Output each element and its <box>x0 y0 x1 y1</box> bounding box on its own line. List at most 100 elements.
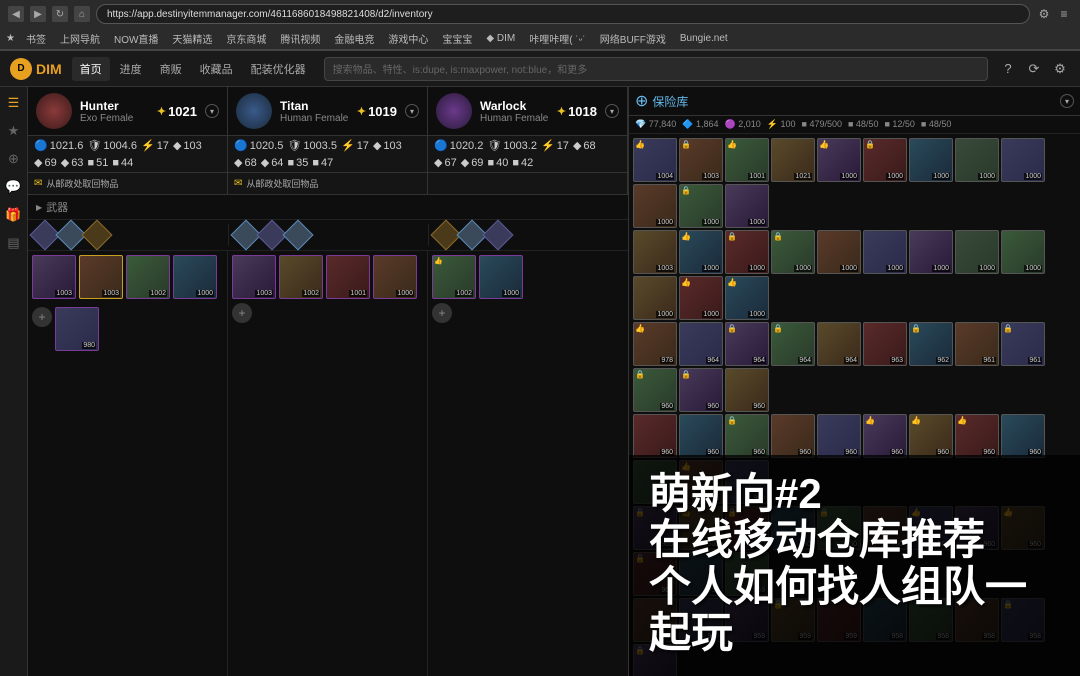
vault-weapon-item[interactable]: 👍960 <box>955 414 999 458</box>
vault-weapon-item[interactable]: 🔒959 <box>771 598 815 642</box>
hunter-weapon-3[interactable]: 1002 <box>126 255 170 299</box>
vault-weapon-item[interactable]: 1000 <box>955 230 999 274</box>
sidebar-inventory-icon[interactable]: ☰ <box>4 93 24 113</box>
vault-weapon-item[interactable]: 🔒1000 <box>725 230 769 274</box>
vault-weapon-item[interactable]: 1000 <box>633 276 677 320</box>
vault-weapon-item[interactable]: 🔒1000 <box>679 184 723 228</box>
vault-weapon-item[interactable]: 🔒960 <box>817 506 861 550</box>
titan-mail-btn[interactable]: ✉ 从邮政处取回物品 <box>228 173 428 194</box>
address-bar[interactable]: https://app.destinyitemmanager.com/46116… <box>96 4 1030 24</box>
vault-weapon-item[interactable]: 👍960 <box>909 506 953 550</box>
sidebar-gift-icon[interactable]: 🎁 <box>4 205 24 225</box>
vault-weapon-item[interactable]: 🔒961 <box>1001 322 1045 366</box>
vault-weapon-item[interactable]: 961 <box>955 322 999 366</box>
vault-weapon-item[interactable]: 960 <box>1001 414 1045 458</box>
vault-weapon-item[interactable]: 🔒960 <box>679 368 723 412</box>
vault-weapon-item[interactable]: 👍1000 <box>679 276 723 320</box>
bookmark-bungie[interactable]: Bungie.net <box>677 32 731 45</box>
bookmark-dim[interactable]: ◆ DIM <box>483 32 518 45</box>
vault-weapon-item[interactable]: 960 <box>955 506 999 550</box>
hunter-mail-btn[interactable]: ✉ 从邮政处取回物品 <box>28 173 228 194</box>
vault-weapon-item[interactable]: 964 <box>679 322 723 366</box>
sidebar-chat-icon[interactable]: 💬 <box>4 177 24 197</box>
vault-weapon-item[interactable]: 👍960 <box>679 506 723 550</box>
vault-weapon-item[interactable]: 🔒964 <box>725 322 769 366</box>
vault-weapon-item[interactable]: 🔒960 <box>725 414 769 458</box>
vault-weapon-item[interactable]: 959 <box>679 598 723 642</box>
vault-weapon-item[interactable]: 🔒960 <box>725 506 769 550</box>
sidebar-search-icon[interactable]: ⊕ <box>4 149 24 169</box>
vault-weapon-item[interactable]: 1000 <box>725 184 769 228</box>
vault-weapon-item[interactable]: 1000 <box>909 230 953 274</box>
vault-weapon-item[interactable]: 959 <box>633 598 677 642</box>
nav-vendors[interactable]: 商贩 <box>152 57 190 81</box>
bookmark-5[interactable]: 京东商城 <box>223 30 269 47</box>
bookmark-6[interactable]: 腾讯视频 <box>277 30 323 47</box>
hunter-header[interactable]: Hunter Exo Female ✦ 1021 ▾ <box>28 87 228 135</box>
vault-weapon-item[interactable]: 959 <box>679 552 723 596</box>
hunter-add-weapon[interactable]: + <box>32 307 52 327</box>
bookmark-4[interactable]: 天猫精选 <box>169 30 215 47</box>
vault-weapon-item[interactable]: 960 <box>725 368 769 412</box>
bookmark-8[interactable]: 游戏中心 <box>385 30 431 47</box>
vault-weapon-item[interactable]: 👍1000 <box>817 138 861 182</box>
vault-weapon-item[interactable]: 1000 <box>955 138 999 182</box>
vault-weapon-item[interactable]: 👍1004 <box>633 138 677 182</box>
home-button[interactable]: ⌂ <box>74 6 90 22</box>
vault-weapon-item[interactable]: 🔒964 <box>771 322 815 366</box>
vault-weapon-item[interactable]: 🔒960 <box>633 552 677 596</box>
vault-weapon-item[interactable]: 1000 <box>633 184 677 228</box>
nav-optimizer[interactable]: 配装优化器 <box>243 57 314 81</box>
bookmark-buff[interactable]: 网络BUFF游戏 <box>597 30 669 47</box>
vault-weapon-item[interactable]: 🔒960 <box>633 506 677 550</box>
help-icon[interactable]: ? <box>998 59 1018 79</box>
titan-weapon-4[interactable]: 1000 <box>373 255 417 299</box>
sidebar-list-icon[interactable]: ▤ <box>4 233 24 253</box>
vault-weapon-item[interactable]: 🔒958 <box>1001 598 1045 642</box>
bookmark-1[interactable]: 书签 <box>23 30 49 47</box>
vault-weapon-item[interactable]: 963 <box>863 322 907 366</box>
bookmark-bilibili[interactable]: 咔哩咔哩( ˙ᵕ˙ <box>526 30 589 47</box>
hunter-weapon-4[interactable]: 1000 <box>173 255 217 299</box>
titan-weapon-2[interactable]: 1002 <box>279 255 323 299</box>
vault-weapon-item[interactable]: 1000 <box>1001 138 1045 182</box>
vault-weapon-item[interactable]: 1021 <box>771 138 815 182</box>
vault-weapon-item[interactable]: 959 <box>725 552 769 596</box>
warlock-add-weapon[interactable]: + <box>432 303 452 323</box>
vault-weapon-item[interactable]: 1000 <box>863 230 907 274</box>
nav-home[interactable]: 首页 <box>72 57 110 81</box>
bookmark-9[interactable]: 宝宝宝 <box>439 30 475 47</box>
vault-weapon-item[interactable]: 964 <box>817 322 861 366</box>
vault-weapon-item[interactable]: 960 <box>725 460 769 504</box>
vault-weapon-item[interactable]: 1000 <box>1001 230 1045 274</box>
vault-weapon-item[interactable]: 👍1001 <box>725 138 769 182</box>
nav-progress[interactable]: 进度 <box>112 57 150 81</box>
vault-weapon-item[interactable]: 🔒962 <box>909 322 953 366</box>
vault-weapon-item[interactable]: 👍1000 <box>725 276 769 320</box>
vault-weapon-item[interactable]: 960 <box>863 506 907 550</box>
vault-weapon-item[interactable]: 960 <box>679 414 723 458</box>
vault-weapon-item[interactable]: 🔒1000 <box>863 138 907 182</box>
vault-weapon-item[interactable]: 🔒1003 <box>679 138 723 182</box>
vault-weapon-item[interactable]: 960 <box>771 414 815 458</box>
titan-add-weapon[interactable]: + <box>232 303 252 323</box>
extensions-icon[interactable]: ⚙ <box>1036 6 1052 22</box>
titan-weapon-3[interactable]: 1001 <box>326 255 370 299</box>
bookmark-3[interactable]: NOW直播 <box>111 30 161 47</box>
titan-weapon-1[interactable]: 1003 <box>232 255 276 299</box>
settings-icon[interactable]: ⚙ <box>1050 59 1070 79</box>
vault-weapon-item[interactable]: 960 <box>771 506 815 550</box>
warlock-header[interactable]: Warlock Human Female ✦ 1018 ▾ <box>428 87 628 135</box>
bookmark-2[interactable]: 上网导航 <box>57 30 103 47</box>
vault-weapon-item[interactable]: 👍978 <box>633 322 677 366</box>
hunter-weapon-5[interactable]: 980 <box>55 307 99 351</box>
vault-weapon-item[interactable]: 👍1000 <box>679 230 723 274</box>
menu-icon[interactable]: ≡ <box>1056 6 1072 22</box>
vault-weapon-item[interactable]: 1000 <box>817 230 861 274</box>
vault-weapon-item[interactable]: 958 <box>955 598 999 642</box>
hunter-weapon-1[interactable]: 1003 <box>32 255 76 299</box>
vault-weapon-item[interactable]: 🔒960 <box>633 368 677 412</box>
warlock-weapon-1[interactable]: 👍 1002 <box>432 255 476 299</box>
vault-weapon-item[interactable]: 🔒958 <box>633 644 677 676</box>
vault-weapon-item[interactable]: 960 <box>817 414 861 458</box>
